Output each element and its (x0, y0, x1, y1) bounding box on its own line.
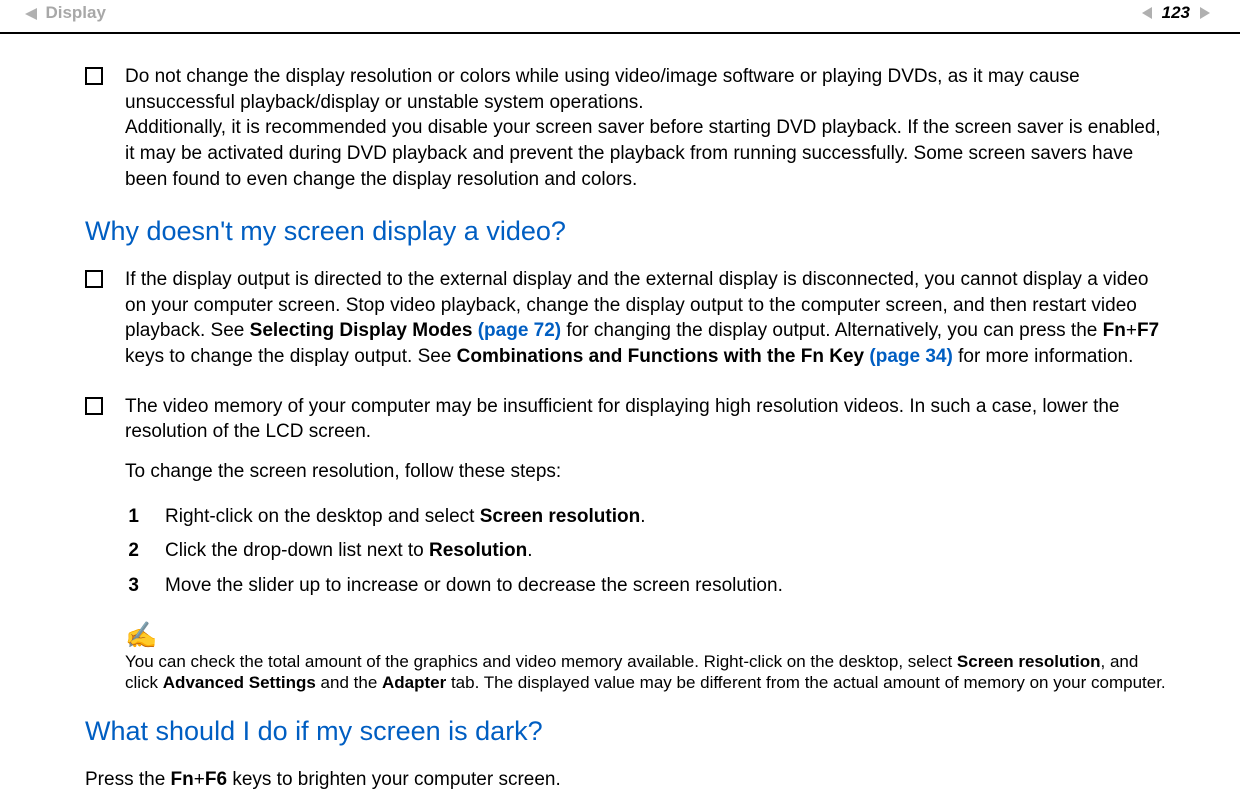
text: for more information. (953, 346, 1134, 367)
step-number: 2 (125, 538, 139, 564)
bold-text: Resolution (429, 540, 527, 561)
text: tab. The displayed value may be differen… (446, 673, 1165, 692)
text: + (194, 769, 205, 790)
bullet-text: If the display output is directed to the… (125, 267, 1170, 370)
header-left: Display (25, 3, 106, 23)
page-back-icon[interactable] (1142, 7, 1152, 19)
bullet-text: The video memory of your computer may be… (125, 394, 1170, 445)
step-text: Right-click on the desktop and select Sc… (165, 504, 646, 530)
bold-text: Fn (1103, 320, 1126, 341)
text: + (1126, 320, 1137, 341)
section-title: Display (45, 3, 105, 22)
text: and the (316, 673, 382, 692)
pencil-note-icon: ✍ (125, 618, 1170, 653)
bold-text: Advanced Settings (163, 673, 316, 692)
page-link[interactable]: (page 72) (478, 320, 561, 341)
step-text: Click the drop-down list next to Resolut… (165, 538, 532, 564)
step-number: 3 (125, 573, 139, 599)
bullet-item: Do not change the display resolution or … (85, 64, 1170, 192)
bold-text: Fn (171, 769, 194, 790)
pager: 123 (1142, 3, 1210, 23)
note-text: You can check the total amount of the gr… (125, 651, 1170, 695)
step-number: 1 (125, 504, 139, 530)
page-link[interactable]: (page 34) (869, 346, 952, 367)
bold-text: Combinations and Functions with the Fn K… (457, 346, 870, 367)
text: . (527, 540, 532, 561)
text: Press the (85, 769, 171, 790)
bold-text: F7 (1137, 320, 1159, 341)
steps-intro: To change the screen resolution, follow … (125, 459, 1170, 485)
bold-text: Screen resolution (957, 652, 1101, 671)
text: keys to change the display output. See (125, 346, 457, 367)
bullet-item: If the display output is directed to the… (85, 267, 1170, 370)
question-heading-video: Why doesn't my screen display a video? (85, 216, 1170, 247)
answer-text: Press the Fn+F6 keys to brighten your co… (85, 767, 1170, 793)
step-text: Move the slider up to increase or down t… (165, 573, 783, 599)
step-item: 1 Right-click on the desktop and select … (125, 504, 1170, 530)
bold-text: Screen resolution (480, 506, 641, 527)
step-item: 2 Click the drop-down list next to Resol… (125, 538, 1170, 564)
bold-text: F6 (205, 769, 227, 790)
bullet-icon (85, 397, 103, 415)
page-number: 123 (1158, 3, 1194, 23)
step-item: 3 Move the slider up to increase or down… (125, 573, 1170, 599)
text: You can check the total amount of the gr… (125, 652, 957, 671)
bullet-block: The video memory of your computer may be… (125, 394, 1170, 694)
bullet-text: Do not change the display resolution or … (125, 64, 1170, 192)
back-triangle-icon (25, 8, 37, 20)
bold-text: Adapter (382, 673, 446, 692)
text: keys to brighten your computer screen. (227, 769, 561, 790)
bullet-icon (85, 67, 103, 85)
text: . (640, 506, 645, 527)
text: Right-click on the desktop and select (165, 506, 480, 527)
page-forward-icon[interactable] (1200, 7, 1210, 19)
text: for changing the display output. Alterna… (561, 320, 1102, 341)
bullet-icon (85, 270, 103, 288)
bullet-item: The video memory of your computer may be… (85, 394, 1170, 694)
bold-text: Selecting Display Modes (250, 320, 478, 341)
text: Click the drop-down list next to (165, 540, 429, 561)
question-heading-dark: What should I do if my screen is dark? (85, 716, 1170, 747)
